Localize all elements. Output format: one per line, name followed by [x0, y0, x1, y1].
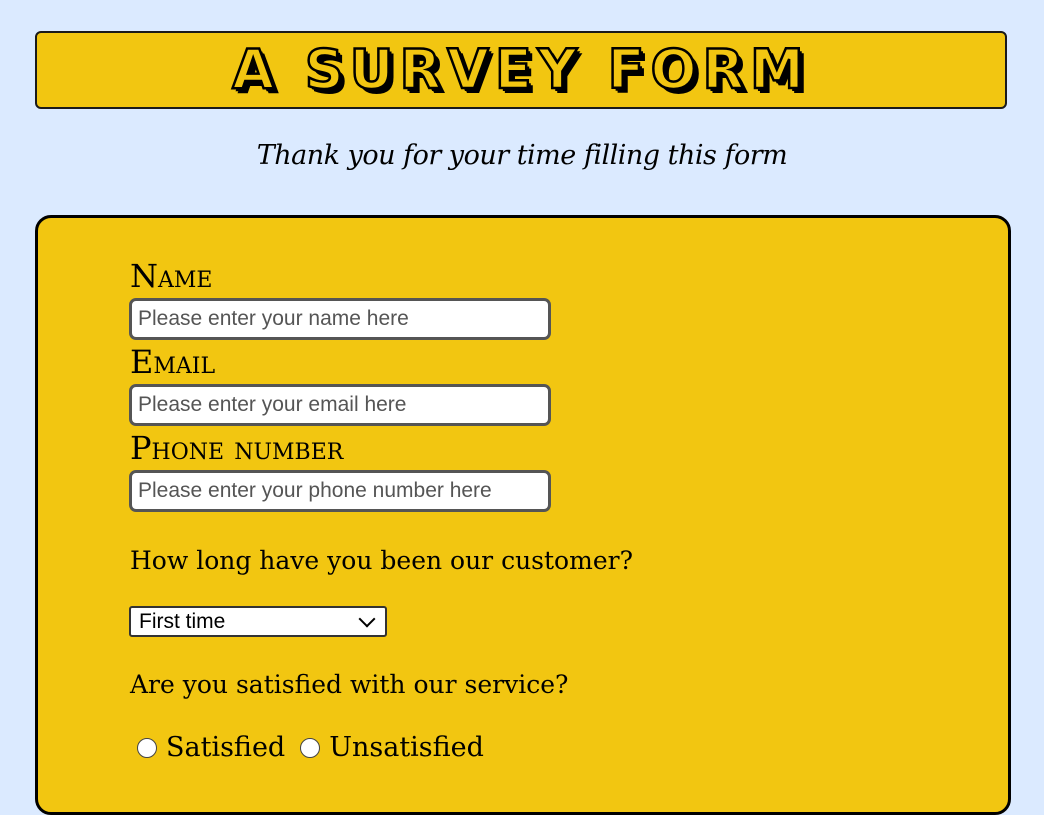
radio-label-satisfied: Satisfied — [166, 732, 286, 763]
radio-unsatisfied[interactable] — [300, 737, 321, 758]
chevron-down-icon — [358, 610, 376, 627]
email-label: Email — [130, 343, 216, 381]
name-input[interactable] — [129, 298, 551, 340]
page-title: A Survey Form — [231, 38, 810, 101]
header-banner: A Survey Form — [35, 31, 1007, 109]
radio-satisfied[interactable] — [137, 737, 157, 758]
email-input[interactable] — [129, 384, 551, 426]
survey-form: Name Email Phone number How long have yo… — [35, 215, 1011, 815]
satisfaction-question: Are you satisfied with our service? — [130, 670, 569, 699]
page-subtitle: Thank you for your time filling this for… — [256, 140, 788, 171]
name-label: Name — [130, 257, 213, 295]
phone-input[interactable] — [129, 470, 551, 512]
phone-label: Phone number — [130, 429, 344, 467]
customer-duration-select[interactable]: First time — [129, 606, 387, 637]
customer-duration-question: How long have you been our customer? — [130, 546, 633, 575]
radio-label-unsatisfied: Unsatisfied — [329, 732, 484, 763]
select-value: First time — [139, 609, 226, 633]
satisfaction-options: Satisfied Unsatisfied — [137, 732, 499, 763]
